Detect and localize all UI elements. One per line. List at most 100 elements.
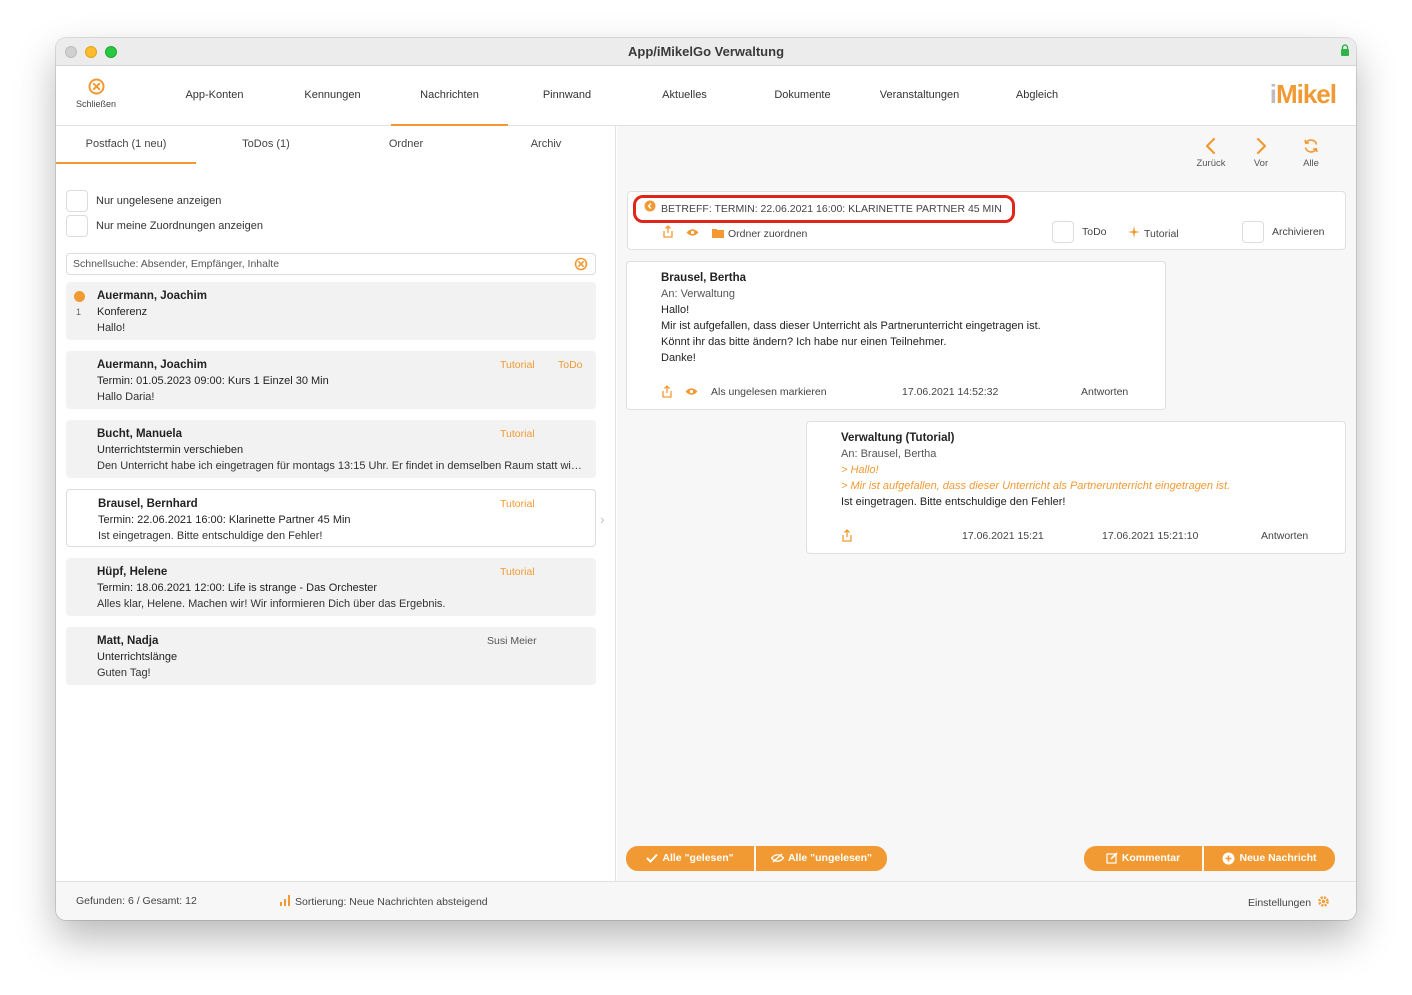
archive-toggle[interactable]: Archivieren [1242, 221, 1325, 243]
chevron-right-icon [1256, 138, 1267, 154]
window-title: App/iMikelGo Verwaltung [627, 44, 785, 59]
message-preview: Ist eingetragen. Bitte entschuldige den … [98, 530, 323, 542]
subject-toolbar: Ordner zuordnen ToDo Tutorial Archiviere… [628, 221, 1345, 245]
todo-checkbox[interactable] [1052, 221, 1074, 243]
tab-postfach[interactable]: Postfach (1 neu) [56, 126, 196, 164]
archive-checkbox[interactable] [1242, 221, 1264, 243]
mark-unread-button[interactable]: Als ungelesen markieren [711, 386, 827, 398]
new-message-button[interactable]: Neue Nachricht [1204, 846, 1335, 871]
back-button[interactable]: Zurück [1191, 138, 1231, 169]
chevron-left-icon [1205, 138, 1216, 154]
eye-icon[interactable] [685, 387, 698, 399]
tutorial-icon [1128, 226, 1140, 238]
tab-nachrichten[interactable]: Nachrichten [391, 66, 508, 126]
subject-text: BETREFF: TERMIN: 22.06.2021 16:00: KLARI… [661, 203, 1002, 215]
all-button[interactable]: Alle [1291, 138, 1331, 169]
bubble-quote: > Mir ist aufgefallen, dass dieser Unter… [841, 480, 1231, 492]
bubble-text: Hallo! [661, 304, 690, 316]
message-sender: Bucht, Manuela [97, 428, 182, 440]
todo-toggle[interactable]: ToDo [1052, 221, 1107, 243]
tab-kennungen[interactable]: Kennungen [274, 66, 391, 126]
forward-button[interactable]: Vor [1241, 138, 1281, 169]
tab-dokumente[interactable]: Dokumente [744, 66, 861, 126]
unread-dot-icon [74, 291, 85, 302]
filter-mine-row: Nur meine Zuordnungen anzeigen [66, 215, 263, 237]
message-subject: Unterrichtslänge [97, 651, 178, 663]
tab-aktuelles[interactable]: Aktuelles [626, 66, 743, 126]
settings-label: Einstellungen [1248, 897, 1312, 909]
eye-slash-icon [770, 853, 785, 863]
message-preview: Guten Tag! [97, 667, 151, 679]
subject-panel: BETREFF: TERMIN: 22.06.2021 16:00: KLARI… [627, 191, 1346, 250]
app-window: App/iMikelGo Verwaltung Schließen App-Ko… [56, 38, 1356, 920]
close-label: Schließen [75, 99, 117, 109]
close-button[interactable]: Schließen [68, 78, 124, 109]
tab-ordner[interactable]: Ordner [336, 126, 476, 164]
bubble-text: Mir ist aufgefallen, dass dieser Unterri… [661, 320, 1041, 332]
imikel-logo: iMikel [1269, 79, 1337, 109]
bubble-recipient: An: Verwaltung [661, 288, 735, 300]
message-assignee: Susi Meier [487, 635, 537, 647]
all-label: Alle [1303, 158, 1319, 169]
close-circle-icon [88, 78, 105, 95]
bubble-recipient: An: Brausel, Bertha [841, 448, 937, 460]
message-detail-pane: Zurück Vor Alle BETREFF: TERMIN: 22.06.2… [617, 126, 1356, 881]
message-item[interactable]: Hüpf, Helene Tutorial Termin: 18.06.2021… [66, 558, 596, 616]
search-input[interactable]: Schnellsuche: Absender, Empfänger, Inhal… [66, 253, 596, 275]
reply-button[interactable]: Antworten [1081, 386, 1128, 398]
assign-folder-button[interactable]: Ordner zuordnen [712, 225, 807, 243]
plus-circle-icon [1222, 852, 1235, 865]
bubble-read-timestamp: 17.06.2021 15:21:10 [1102, 530, 1199, 542]
message-tag-tutorial: Tutorial [500, 428, 535, 440]
eye-icon[interactable] [686, 225, 699, 243]
message-tag-tutorial: Tutorial [500, 359, 535, 371]
share-icon[interactable] [662, 225, 674, 244]
bubble-quote: > Hallo! [841, 464, 879, 476]
message-sender: Matt, Nadja [97, 635, 159, 647]
filter-mine-checkbox[interactable] [66, 215, 88, 237]
gear-icon [1318, 896, 1329, 907]
share-icon[interactable] [841, 529, 853, 545]
tab-abgleich[interactable]: Abgleich [978, 66, 1096, 126]
reply-button[interactable]: Antworten [1261, 530, 1308, 542]
message-item[interactable]: Matt, Nadja Susi Meier Unterrichtslänge … [66, 627, 596, 685]
sort-label: Sortierung: Neue Nachrichten absteigend [295, 896, 488, 908]
message-bubble-incoming: Brausel, Bertha An: Verwaltung Hallo! Mi… [626, 261, 1166, 410]
bubble-sender: Brausel, Bertha [661, 272, 747, 284]
mark-all-unread-button[interactable]: Alle "ungelesen" [756, 846, 887, 871]
tab-veranstaltungen[interactable]: Veranstaltungen [861, 66, 978, 126]
tab-todos[interactable]: ToDos (1) [196, 126, 336, 164]
tab-archiv[interactable]: Archiv [476, 126, 616, 164]
filter-unread-label: Nur ungelesene anzeigen [96, 194, 222, 207]
message-item[interactable]: Auermann, Joachim Tutorial ToDo Termin: … [66, 351, 596, 409]
message-preview: Alles klar, Helene. Machen wir! Wir info… [97, 598, 446, 610]
bar-chart-icon [280, 895, 290, 906]
filter-unread-checkbox[interactable] [66, 190, 88, 212]
bubble-sender: Verwaltung (Tutorial) [841, 432, 955, 444]
tab-app-konten[interactable]: App-Konten [156, 66, 273, 126]
filter-unread-row: Nur ungelesene anzeigen [66, 190, 221, 212]
subject-header: BETREFF: TERMIN: 22.06.2021 16:00: KLARI… [633, 195, 1015, 223]
message-preview: Hallo! [97, 322, 126, 334]
share-icon[interactable] [661, 385, 673, 401]
assign-folder-label: Ordner zuordnen [728, 228, 808, 240]
message-item-selected[interactable]: Brausel, Bernhard Tutorial Termin: 22.06… [66, 489, 596, 547]
sort-button[interactable]: Sortierung: Neue Nachrichten absteigend [280, 895, 488, 908]
message-subject: Termin: 22.06.2021 16:00: Klarinette Par… [98, 514, 351, 526]
title-bar: App/iMikelGo Verwaltung [56, 38, 1356, 66]
folder-icon [712, 229, 724, 238]
tab-pinnwand[interactable]: Pinnwand [508, 66, 626, 126]
tutorial-button[interactable]: Tutorial [1128, 225, 1179, 243]
forward-label: Vor [1253, 158, 1269, 169]
filter-mine-label: Nur meine Zuordnungen anzeigen [96, 219, 263, 232]
mark-all-read-button[interactable]: Alle "gelesen" [626, 846, 754, 871]
message-item[interactable]: Bucht, Manuela Tutorial Unterrichtstermi… [66, 420, 596, 478]
message-item[interactable]: 1 Auermann, Joachim Konferenz Hallo! [66, 282, 596, 340]
lock-icon [1340, 44, 1350, 62]
archive-label: Archivieren [1272, 225, 1325, 238]
comment-button[interactable]: Kommentar [1084, 846, 1202, 871]
settings-button[interactable]: Einstellungen [1248, 895, 1330, 909]
result-count: Gefunden: 6 / Gesamt: 12 [76, 895, 197, 907]
clear-search-icon[interactable] [574, 257, 588, 271]
back-arrow-icon[interactable] [644, 198, 656, 220]
